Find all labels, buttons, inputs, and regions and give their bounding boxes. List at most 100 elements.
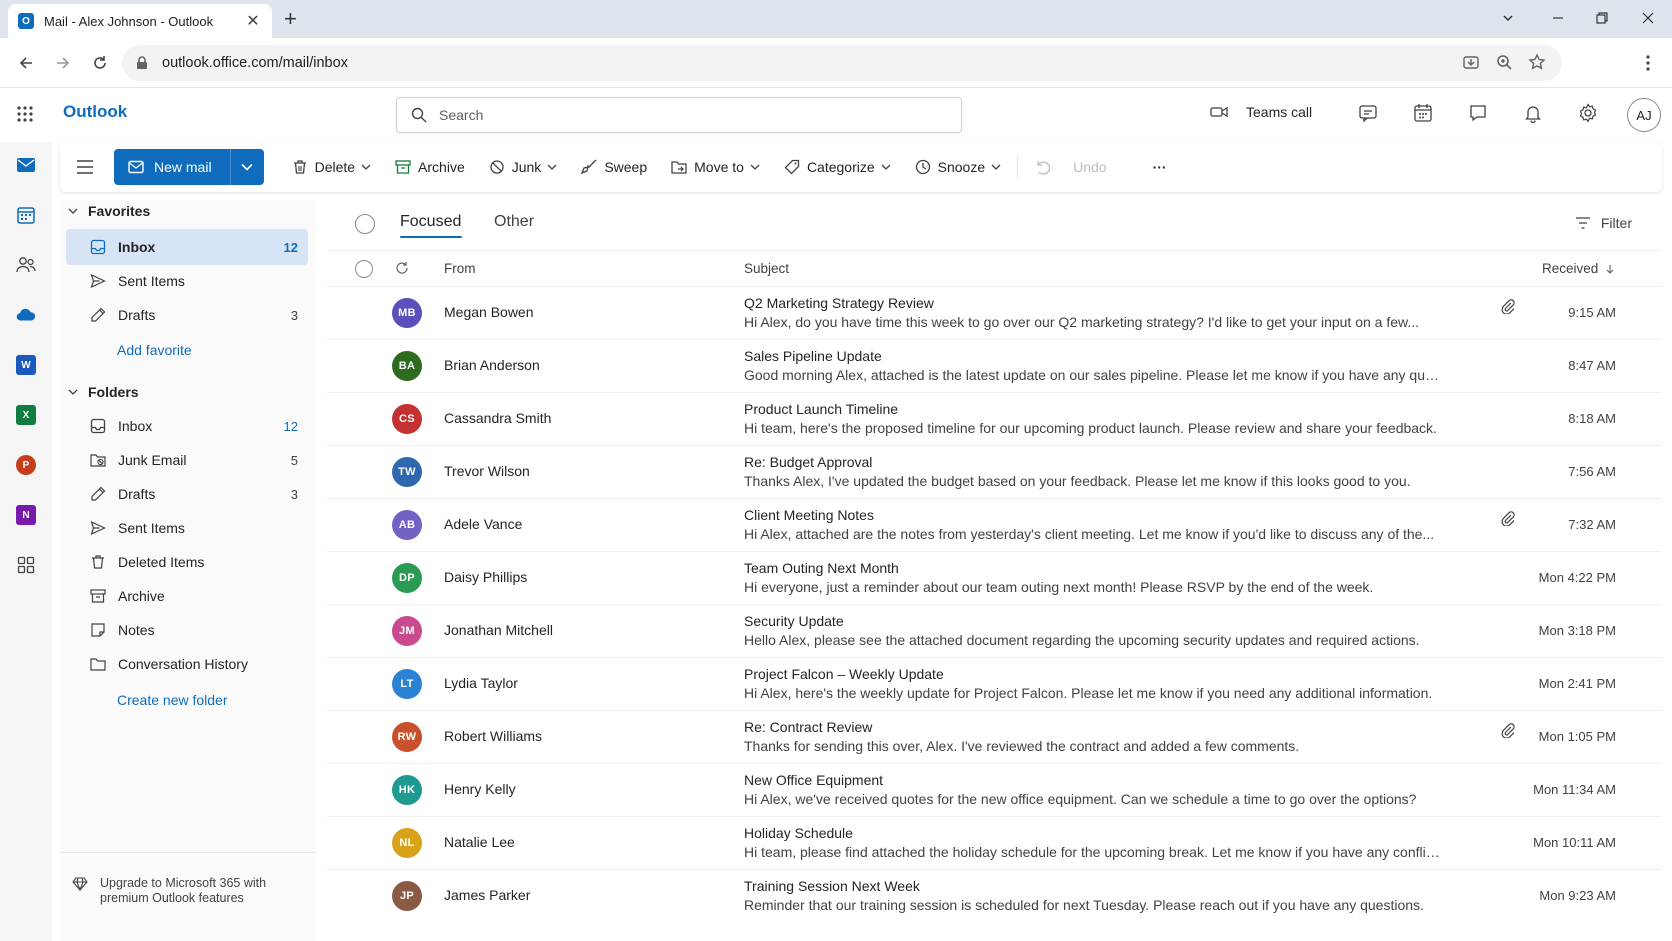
snooze-button[interactable]: Snooze [903,149,1013,185]
sender-avatar: CS [392,404,422,434]
folder-drafts[interactable]: Drafts 3 [66,476,308,512]
archive-icon [395,160,411,174]
sender-avatar: MB [392,298,422,328]
sweep-button[interactable]: Sweep [569,149,659,185]
new-mail-dropdown[interactable] [229,149,264,185]
select-all-checkbox[interactable] [355,260,373,278]
minimize-icon[interactable] [1546,6,1570,30]
people-icon[interactable] [16,255,36,275]
upgrade-banner[interactable]: Upgrade to Microsoft 365 with premium Ou… [72,876,266,906]
item-count: 5 [290,452,298,468]
app-launcher-icon[interactable] [16,105,34,123]
browser-menu-icon[interactable] [1636,51,1660,75]
close-window-icon[interactable] [1636,6,1660,30]
install-app-icon[interactable] [1462,53,1480,71]
my-day-icon[interactable] [1413,103,1433,123]
folders-heading[interactable]: Folders [68,384,139,400]
delete-button[interactable]: Delete [280,149,383,185]
message-row[interactable]: BA Brian Anderson Sales Pipeline Update Goo… [327,339,1662,392]
app-brand[interactable]: Outlook [63,102,127,122]
categorize-button[interactable]: Categorize [772,149,903,185]
back-icon[interactable] [14,51,38,75]
move-to-button[interactable]: Move to [659,149,772,185]
tab-close-icon[interactable]: ✕ [244,11,262,31]
undo-button[interactable]: Undo [1022,149,1118,185]
folder-notes[interactable]: Notes [66,612,308,648]
favorite-inbox[interactable]: Inbox 12 [66,229,308,265]
select-all-checkbox[interactable] [355,214,375,234]
folder-archive[interactable]: Archive [66,578,308,614]
zoom-icon[interactable] [1495,53,1513,71]
bookmark-star-icon[interactable] [1528,53,1546,71]
create-new-folder-link[interactable]: Create new folder [117,692,228,708]
message-row[interactable]: HK Henry Kelly New Office Equipment Hi Alex… [327,763,1662,816]
hamburger-menu-icon[interactable] [76,160,94,174]
url-field[interactable]: outlook.office.com/mail/inbox [122,45,1562,81]
message-row[interactable]: MB Megan Bowen Q2 Marketing Strategy Revie… [327,286,1662,339]
column-from[interactable]: From [444,261,476,276]
favorite-sent-items[interactable]: Sent Items [66,263,308,299]
restore-icon[interactable] [1590,6,1614,30]
excel-icon[interactable]: X [16,405,36,425]
folder-sent-items[interactable]: Sent Items [66,510,308,546]
folder-conversation-history[interactable]: Conversation History [66,646,308,682]
account-avatar[interactable]: AJ [1627,98,1661,132]
folder-deleted-items[interactable]: Deleted Items [66,544,308,580]
add-favorite-link[interactable]: Add favorite [117,342,192,358]
message-row[interactable]: DP Daisy Phillips Team Outing Next Month Hi… [327,551,1662,604]
word-icon[interactable]: W [16,355,36,375]
reload-icon[interactable] [88,51,112,75]
sender-avatar: LT [392,669,422,699]
onenote-icon[interactable]: N [16,505,36,525]
search-input[interactable]: Search [396,97,962,133]
feedback-icon[interactable] [1358,103,1378,123]
message-row[interactable]: TW Trevor Wilson Re: Budget Approval Thanks… [327,445,1662,498]
refresh-icon[interactable] [395,261,409,275]
message-row[interactable]: JM Jonathan Mitchell Security Update Hello … [327,604,1662,657]
folder-junk-email[interactable]: Junk Email 5 [66,442,308,478]
junk-button[interactable]: Junk [477,149,570,185]
sweep-label: Sweep [604,159,648,175]
new-mail-button[interactable]: New mail [114,149,230,185]
tab-search-icon[interactable] [1496,6,1520,30]
favorites-heading[interactable]: Favorites [68,203,150,219]
broom-icon [581,159,597,175]
message-row[interactable]: NL Natalie Lee Holiday Schedule Hi team, pl… [327,816,1662,869]
message-row[interactable]: AB Adele Vance Client Meeting Notes Hi Alex… [327,498,1662,551]
column-subject[interactable]: Subject [744,261,789,276]
powerpoint-icon[interactable]: P [16,455,36,475]
archive-button[interactable]: Archive [383,149,477,185]
message-row[interactable]: RW Robert Williams Re: Contract Review Than… [327,710,1662,763]
favorite-drafts[interactable]: Drafts 3 [66,297,308,333]
sender-name: Lydia Taylor [444,675,518,691]
notifications-bell-icon[interactable] [1523,103,1543,123]
sender-name: Adele Vance [444,516,523,532]
new-tab-button[interactable]: + [284,8,297,30]
filter-label: Filter [1600,215,1632,231]
mail-icon[interactable] [16,155,36,175]
settings-gear-icon[interactable] [1578,103,1598,123]
chat-icon[interactable] [1468,103,1488,123]
message-row[interactable]: LT Lydia Taylor Project Falcon – Weekly Up… [327,657,1662,710]
more-apps-icon[interactable] [16,555,36,575]
teams-call-label: Teams call [1246,104,1313,120]
tab-focused[interactable]: Focused [400,213,461,231]
filter-button[interactable]: Filter [1575,215,1632,231]
archive-label: Archive [418,159,465,175]
chevron-down-icon [68,208,78,214]
browser-tab[interactable]: O Mail - Alex Johnson - Outlook ✕ [8,4,272,38]
onedrive-icon[interactable] [16,305,36,325]
forward-icon[interactable] [51,51,75,75]
calendar-icon[interactable] [16,205,36,225]
chevron-down-icon [547,164,557,170]
sender-avatar: RW [392,722,422,752]
tab-other[interactable]: Other [494,213,534,231]
message-preview: Hi Alex, we've received quotes for the n… [744,791,1417,807]
column-received[interactable]: Received [1542,261,1614,276]
more-actions-button[interactable]: ··· [1141,149,1179,185]
teams-call-button[interactable]: Teams call [1210,104,1312,120]
message-row[interactable]: JP James Parker Training Session Next Week… [327,869,1662,922]
folder-inbox[interactable]: Inbox 12 [66,408,308,444]
message-row[interactable]: CS Cassandra Smith Product Launch Timeline… [327,392,1662,445]
divider [60,852,316,853]
